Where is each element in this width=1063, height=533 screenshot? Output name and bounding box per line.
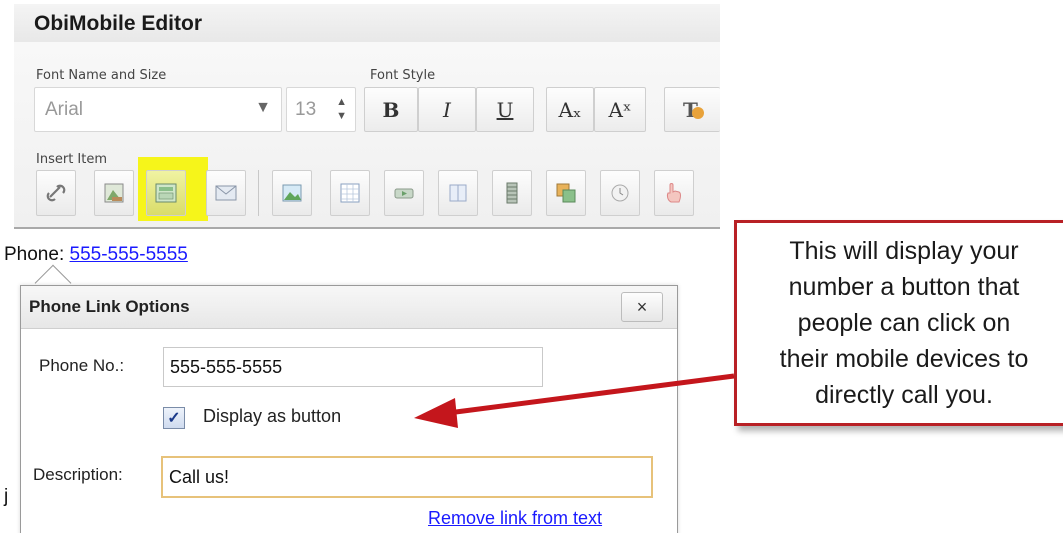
phone-link-icon	[155, 183, 177, 203]
link-button[interactable]	[36, 170, 76, 216]
close-button[interactable]: ×	[621, 292, 663, 322]
phone-label: Phone:	[4, 244, 65, 265]
content-phone-line: Phone: 555-555-5555	[4, 244, 188, 266]
link-icon	[46, 184, 66, 202]
superscript-button[interactable]: Aˣ	[594, 87, 646, 132]
underline-button[interactable]: U	[476, 87, 534, 132]
table-icon	[340, 183, 360, 203]
partial-content-text: j	[4, 486, 9, 507]
toolbar-divider	[14, 227, 720, 229]
style-group-label: Font Style	[370, 68, 436, 83]
film-button[interactable]	[492, 170, 532, 216]
spinner-down-icon[interactable]: ▼	[336, 110, 347, 122]
font-name-value: Arial	[45, 99, 84, 120]
clock-icon	[611, 184, 629, 202]
remove-link-link[interactable]: Remove link from text	[428, 508, 602, 529]
screenshot-stage: ObiMobile Editor Font Name and Size Font…	[0, 0, 1063, 533]
callout-line: This will display your	[789, 237, 1019, 265]
subscript-button[interactable]: Aₓ	[546, 87, 594, 132]
button-insert-button[interactable]	[384, 170, 424, 216]
phone-number-field[interactable]: 555-555-5555	[163, 347, 543, 387]
toolbar-separator	[258, 170, 259, 216]
editor-title: ObiMobile Editor	[14, 4, 720, 42]
dialog-header: Phone Link Options ×	[21, 286, 677, 329]
image-button[interactable]	[272, 170, 312, 216]
description-label: Description:	[33, 465, 123, 484]
dialog-title: Phone Link Options	[29, 297, 190, 316]
image-link-button[interactable]	[94, 170, 134, 216]
spinner-up-icon[interactable]: ▲	[336, 96, 347, 108]
text-color-icon: T	[683, 98, 704, 122]
description-field[interactable]: Call us!	[161, 456, 653, 498]
font-name-select[interactable]: Arial ▼	[34, 87, 282, 132]
email-link-button[interactable]	[206, 170, 246, 216]
gallery-icon	[556, 183, 576, 203]
image-link-icon	[104, 183, 124, 203]
table-button[interactable]	[330, 170, 370, 216]
columns-button[interactable]	[438, 170, 478, 216]
display-as-button-checkbox[interactable]: ✓	[163, 407, 185, 429]
font-size-value: 13	[295, 99, 317, 120]
callout-line: directly call you.	[815, 381, 993, 409]
button-icon	[394, 188, 414, 199]
display-as-button-label: Display as button	[203, 406, 342, 426]
close-icon: ×	[636, 296, 648, 317]
callout-line: number a button that	[788, 273, 1020, 301]
image-icon	[282, 184, 302, 202]
gallery-button[interactable]	[546, 170, 586, 216]
chevron-down-icon: ▼	[255, 99, 271, 116]
phone-number-label: Phone No.:	[39, 356, 125, 375]
email-link-icon	[215, 185, 237, 201]
hand-button[interactable]	[654, 170, 694, 216]
callout-line: people can click on	[797, 309, 1011, 337]
callout-box: This will display your number a button t…	[734, 220, 1063, 426]
film-icon	[506, 182, 518, 204]
columns-icon	[449, 184, 467, 202]
phone-link-dialog: Phone Link Options × Phone No.: 555-555-…	[20, 285, 678, 533]
font-size-spinner[interactable]: 13 ▲ ▼	[286, 87, 356, 132]
clock-button[interactable]	[600, 170, 640, 216]
phone-link-button[interactable]	[146, 170, 186, 216]
phone-link[interactable]: 555-555-5555	[70, 244, 188, 265]
hand-icon	[666, 183, 681, 203]
bold-button[interactable]: B	[364, 87, 418, 132]
font-group-label: Font Name and Size	[36, 68, 167, 83]
insert-group-label: Insert Item	[36, 152, 108, 167]
checkmark-icon: ✓	[167, 410, 181, 427]
italic-button[interactable]: I	[418, 87, 476, 132]
callout-line: their mobile devices to	[779, 345, 1029, 373]
text-color-button[interactable]: T	[664, 87, 720, 132]
